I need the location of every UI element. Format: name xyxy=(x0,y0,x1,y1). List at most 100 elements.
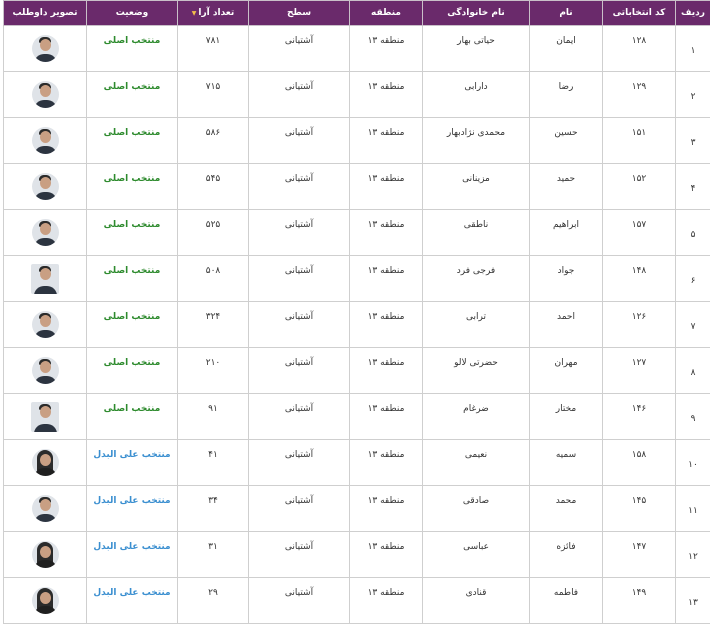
cell-index-text: ۲ xyxy=(676,72,710,102)
cell-photo xyxy=(4,302,87,348)
cell-photo xyxy=(4,348,87,394)
male-avatar-icon[interactable] xyxy=(32,311,59,338)
male-avatar-icon[interactable] xyxy=(31,402,59,432)
cell-region-text: منطقه ۱۳ xyxy=(350,210,422,230)
table-header-row: ردیف کد انتخاباتی نام نام خانوادگی منطقه… xyxy=(4,1,710,26)
header-first-name[interactable]: نام xyxy=(530,1,603,26)
cell-first-name: محمد xyxy=(530,486,603,532)
header-code[interactable]: کد انتخاباتی xyxy=(603,1,676,26)
table-row: ۵۱۵۷ابراهیمناطقیمنطقه ۱۳آشتیانی۵۲۵منتخب … xyxy=(4,210,710,256)
cell-last-name: ضرغام xyxy=(423,394,530,440)
cell-first-name-text: حسین xyxy=(530,118,602,138)
cell-level: آشتیانی xyxy=(249,118,350,164)
cell-status: منتخب اصلی xyxy=(87,118,178,164)
cell-photo xyxy=(4,72,87,118)
cell-status-text: منتخب اصلی xyxy=(87,394,177,414)
cell-votes-text: ۲۹ xyxy=(178,578,248,598)
male-avatar-icon[interactable] xyxy=(32,35,59,62)
cell-index-text: ۷ xyxy=(676,302,710,332)
cell-status-text: منتخب اصلی xyxy=(87,256,177,276)
cell-first-name-text: مختار xyxy=(530,394,602,414)
sort-desc-icon[interactable]: ▼ xyxy=(192,10,197,17)
cell-votes: ۵۰۸ xyxy=(178,256,249,302)
cell-status-text: منتخب اصلی xyxy=(87,302,177,322)
cell-status-text: منتخب اصلی xyxy=(87,348,177,368)
cell-votes-text: ۴۱ xyxy=(178,440,248,460)
cell-first-name-text: احمد xyxy=(530,302,602,322)
cell-first-name: ابراهیم xyxy=(530,210,603,256)
cell-level-text: آشتیانی xyxy=(249,256,349,276)
male-avatar-icon[interactable] xyxy=(32,219,59,246)
cell-index: ۶ xyxy=(676,256,710,302)
cell-votes: ۹۱ xyxy=(178,394,249,440)
cell-votes: ۷۸۱ xyxy=(178,26,249,72)
female-avatar-icon[interactable] xyxy=(32,541,59,568)
cell-index-text: ۱۰ xyxy=(676,440,710,470)
table-row: ۳۱۵۱حسینمحمدی نژادبهارمنطقه ۱۳آشتیانی۵۸۶… xyxy=(4,118,710,164)
table-row: ۱۱۱۴۵محمدصادقیمنطقه ۱۳آشتیانی۳۴منتخب علی… xyxy=(4,486,710,532)
cell-status: منتخب علی البدل xyxy=(87,578,178,624)
cell-level: آشتیانی xyxy=(249,394,350,440)
cell-votes-text: ۷۸۱ xyxy=(178,26,248,46)
table-row: ۸۱۲۷مهرانحضرتی لالومنطقه ۱۳آشتیانی۲۱۰منت… xyxy=(4,348,710,394)
male-avatar-icon[interactable] xyxy=(32,81,59,108)
cell-region-text: منطقه ۱۳ xyxy=(350,440,422,460)
cell-first-name-text: حمید xyxy=(530,164,602,184)
male-avatar-icon[interactable] xyxy=(32,495,59,522)
cell-status-text: منتخب اصلی xyxy=(87,72,177,92)
cell-votes: ۷۱۵ xyxy=(178,72,249,118)
cell-votes-text: ۵۸۶ xyxy=(178,118,248,138)
cell-votes: ۵۴۵ xyxy=(178,164,249,210)
cell-code-text: ۱۵۲ xyxy=(603,164,675,184)
cell-index: ۴ xyxy=(676,164,710,210)
male-avatar-icon[interactable] xyxy=(32,127,59,154)
cell-last-name: صادقی xyxy=(423,486,530,532)
header-votes[interactable]: تعداد آرا▼ xyxy=(178,1,249,26)
header-region[interactable]: منطقه xyxy=(350,1,423,26)
cell-first-name: حسین xyxy=(530,118,603,164)
cell-code: ۱۴۵ xyxy=(603,486,676,532)
cell-region: منطقه ۱۳ xyxy=(350,578,423,624)
cell-code: ۱۴۶ xyxy=(603,394,676,440)
cell-last-name: عباسی xyxy=(423,532,530,578)
cell-first-name: حمید xyxy=(530,164,603,210)
cell-region-text: منطقه ۱۳ xyxy=(350,486,422,506)
cell-code-text: ۱۵۸ xyxy=(603,440,675,460)
cell-photo xyxy=(4,256,87,302)
cell-level-text: آشتیانی xyxy=(249,578,349,598)
header-index[interactable]: ردیف xyxy=(676,1,710,26)
header-photo[interactable]: تصویر داوطلب xyxy=(4,1,87,26)
female-avatar-icon[interactable] xyxy=(32,587,59,614)
cell-region: منطقه ۱۳ xyxy=(350,164,423,210)
cell-region: منطقه ۱۳ xyxy=(350,118,423,164)
header-level[interactable]: سطح xyxy=(249,1,350,26)
male-avatar-icon[interactable] xyxy=(31,264,59,294)
cell-code: ۱۲۶ xyxy=(603,302,676,348)
cell-status: منتخب اصلی xyxy=(87,348,178,394)
cell-level-text: آشتیانی xyxy=(249,486,349,506)
cell-last-name-text: حیاتی بهار xyxy=(423,26,529,46)
cell-region: منطقه ۱۳ xyxy=(350,394,423,440)
cell-votes: ۳۱ xyxy=(178,532,249,578)
male-avatar-icon[interactable] xyxy=(32,357,59,384)
cell-index: ۱۳ xyxy=(676,578,710,624)
cell-region: منطقه ۱۳ xyxy=(350,72,423,118)
cell-last-name-text: قنادی xyxy=(423,578,529,598)
cell-first-name: فاطمه xyxy=(530,578,603,624)
table-row: ۹۱۴۶مختارضرغاممنطقه ۱۳آشتیانی۹۱منتخب اصل… xyxy=(4,394,710,440)
male-avatar-icon[interactable] xyxy=(32,173,59,200)
cell-level-text: آشتیانی xyxy=(249,118,349,138)
table-row: ۱۲۱۴۷فائزهعباسیمنطقه ۱۳آشتیانی۳۱منتخب عل… xyxy=(4,532,710,578)
female-avatar-icon[interactable] xyxy=(32,449,59,476)
cell-votes-text: ۳۲۴ xyxy=(178,302,248,322)
cell-first-name: ایمان xyxy=(530,26,603,72)
cell-votes: ۳۲۴ xyxy=(178,302,249,348)
cell-status: منتخب اصلی xyxy=(87,72,178,118)
cell-code-text: ۱۲۷ xyxy=(603,348,675,368)
cell-code-text: ۱۴۷ xyxy=(603,532,675,552)
header-status[interactable]: وضعیت xyxy=(87,1,178,26)
cell-level: آشتیانی xyxy=(249,532,350,578)
header-last-name[interactable]: نام خانوادگی xyxy=(423,1,530,26)
cell-level-text: آشتیانی xyxy=(249,302,349,322)
cell-first-name: سمیه xyxy=(530,440,603,486)
